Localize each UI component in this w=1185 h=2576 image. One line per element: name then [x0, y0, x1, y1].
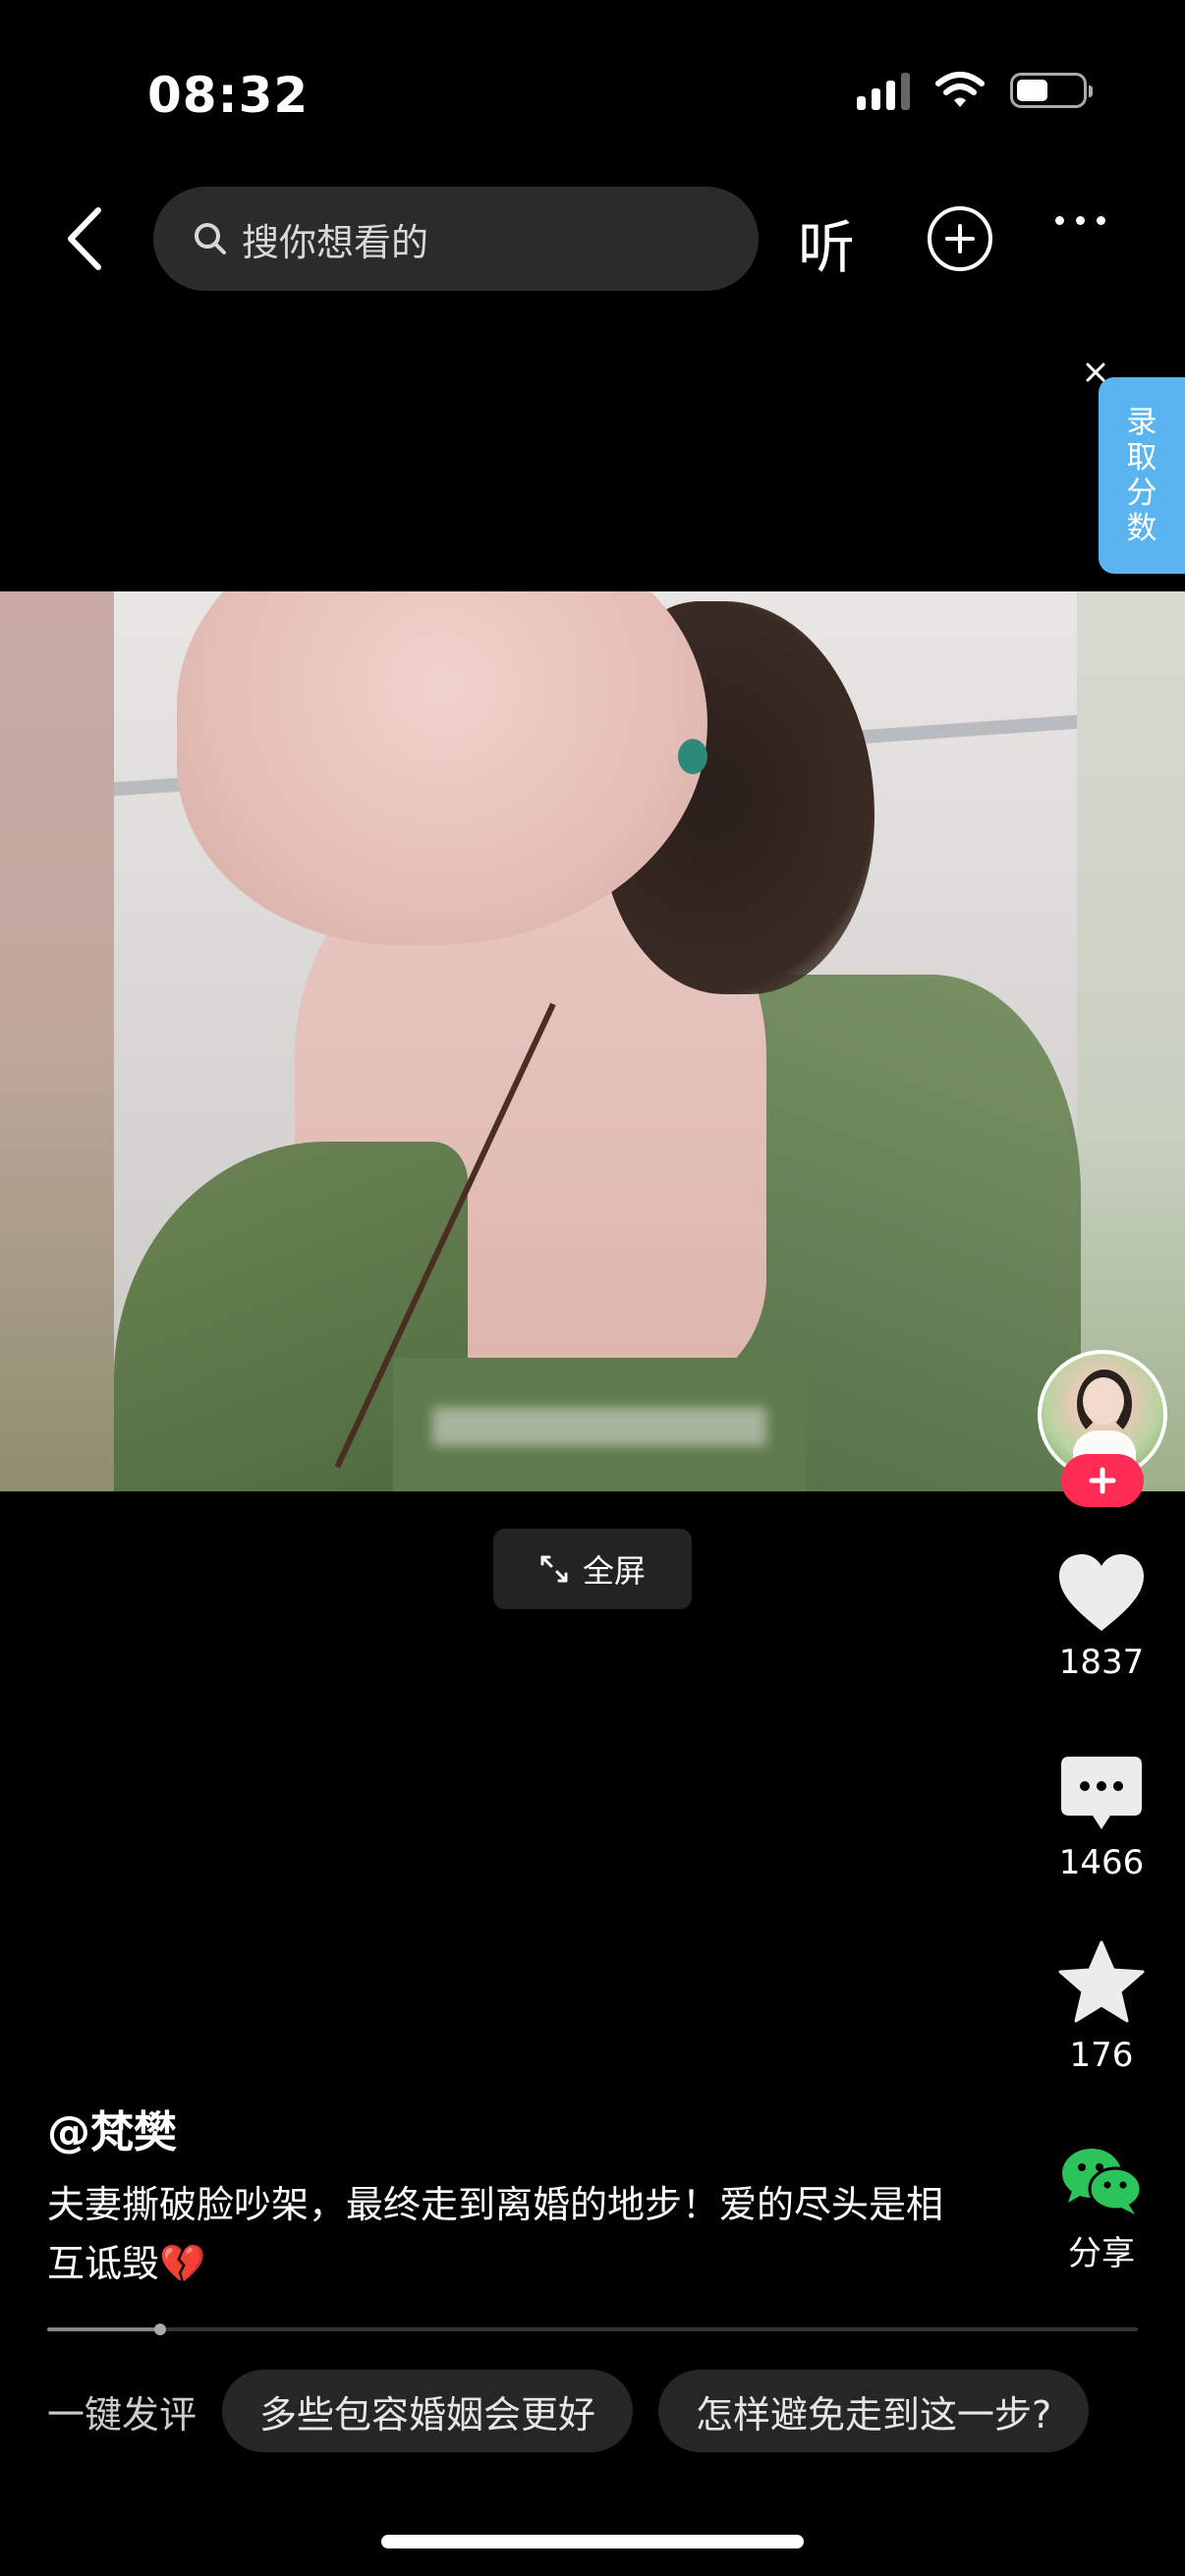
side-tag-char: 取: [1126, 440, 1157, 476]
like-count: 1837: [1058, 1643, 1145, 1682]
expand-icon: [540, 1555, 568, 1583]
back-button[interactable]: [55, 196, 114, 280]
chevron-left-icon: [68, 206, 101, 270]
author-name[interactable]: @梵樊: [47, 2097, 177, 2159]
heart-icon: [1059, 1554, 1144, 1631]
plus-icon: [945, 224, 975, 253]
favorite-button[interactable]: 176: [1038, 1939, 1165, 2075]
quick-comment-bar: 一键发评 多些包容婚姻会更好 怎样避免走到这一步?: [47, 2370, 1090, 2452]
add-button[interactable]: [928, 206, 992, 271]
more-options-button[interactable]: [1055, 216, 1105, 225]
share-label: 分享: [1068, 2234, 1135, 2273]
side-tag-char: 数: [1126, 511, 1157, 546]
progress-knob[interactable]: [154, 2324, 167, 2335]
like-button[interactable]: 1837: [1038, 1552, 1165, 1682]
dot-icon: [1076, 216, 1085, 225]
side-tag-char: 分: [1126, 476, 1157, 511]
star-icon: [1058, 1940, 1145, 2023]
side-tag-char: 录: [1126, 405, 1157, 440]
battery-icon: [1010, 73, 1093, 108]
dot-icon: [1097, 216, 1105, 225]
wifi-icon: [935, 72, 985, 107]
comment-button[interactable]: 1466: [1038, 1755, 1165, 1882]
quick-comment-chip[interactable]: 怎样避免走到这一步?: [658, 2370, 1090, 2452]
video-player[interactable]: [0, 591, 1185, 1491]
cellular-signal-icon: [857, 71, 910, 110]
listen-button[interactable]: 听: [798, 201, 855, 284]
share-button[interactable]: 分享: [1038, 2146, 1165, 2274]
home-indicator[interactable]: [381, 2535, 804, 2548]
search-icon: [195, 223, 226, 254]
comment-icon: [1061, 1757, 1142, 1829]
progress-fill: [47, 2327, 161, 2331]
follow-button[interactable]: [1061, 1454, 1144, 1507]
quick-comment-label: 一键发评: [47, 2392, 198, 2436]
quick-comment-chip[interactable]: 多些包容婚姻会更好: [222, 2370, 634, 2452]
status-icons: [857, 71, 1093, 110]
favorite-count: 176: [1069, 2036, 1134, 2075]
post-description: 夫妻撕破脸吵架，最终走到离婚的地步！爱的尽头是相互诋毁💔: [47, 2183, 944, 2285]
playback-progress-bar[interactable]: [47, 2324, 1138, 2335]
dot-icon: [1055, 216, 1064, 225]
search-placeholder: 搜你想看的: [242, 220, 429, 264]
fullscreen-button[interactable]: 全屏: [493, 1529, 692, 1609]
plus-icon: [1089, 1467, 1116, 1494]
score-side-tag[interactable]: 录 取 分 数: [1099, 377, 1185, 574]
fullscreen-label: 全屏: [582, 1552, 646, 1590]
comment-count: 1466: [1058, 1843, 1145, 1882]
wechat-icon: [1062, 2149, 1143, 2214]
search-input[interactable]: 搜你想看的: [153, 187, 759, 291]
status-time: 08:32: [147, 67, 310, 124]
